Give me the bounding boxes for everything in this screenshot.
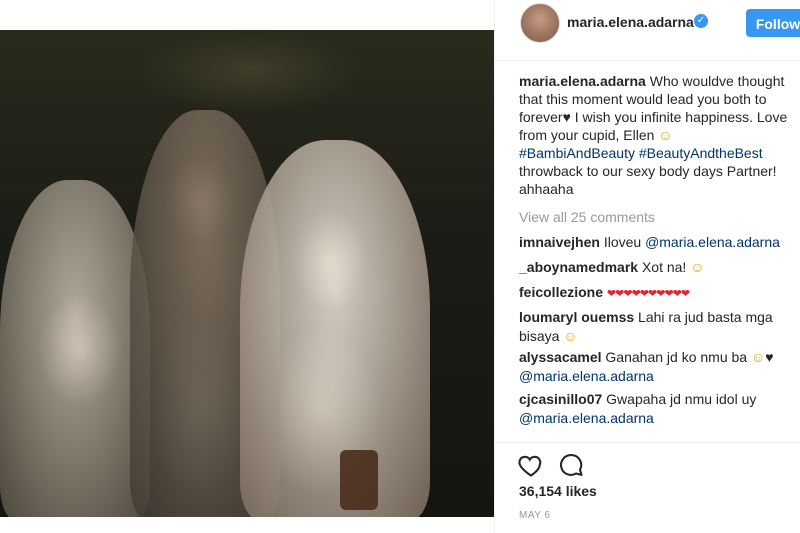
heart-emoji-icon: ♥: [562, 109, 571, 125]
smile-emoji-icon: ☺: [658, 127, 673, 143]
comment-item: feicollezione ❤❤❤❤❤❤❤❤❤❤: [519, 283, 795, 304]
hearts-emoji-icon: ❤❤❤❤❤❤❤❤❤❤: [606, 288, 690, 300]
comment-bubble-icon[interactable]: [557, 451, 585, 479]
laugh-emoji-icon: ☺: [563, 328, 578, 344]
smile-emoji-icon: ☺: [750, 349, 766, 365]
comment-item: cjcasinillo07 Gwapaha jd nmu idol uy @ma…: [519, 390, 795, 428]
comment-username[interactable]: feicollezione: [519, 284, 603, 300]
comment-username[interactable]: alyssacamel: [519, 349, 602, 365]
comment-text: Ganahan jd ko nmu ba: [605, 349, 748, 365]
laugh-emoji-icon: ☺: [690, 259, 705, 275]
comment-username[interactable]: cjcasinillo07: [519, 391, 602, 407]
comment-mention[interactable]: @maria.elena.adarna: [519, 410, 654, 426]
likes-count[interactable]: 36,154 likes: [519, 483, 597, 499]
photo-person-right: [240, 140, 430, 517]
photo-glass: [340, 450, 378, 510]
avatar[interactable]: [520, 3, 560, 43]
comment-username[interactable]: imnaivejhen: [519, 234, 600, 250]
follow-button[interactable]: Follow: [746, 9, 800, 37]
photo-person-left: [0, 180, 150, 517]
header-username[interactable]: maria.elena.adarna: [567, 14, 694, 30]
post-side-panel: maria.elena.adarna ✓ Follow maria.elena.…: [494, 0, 800, 533]
post-actions: 36,154 likes MAY 6: [495, 442, 800, 533]
comment-mention[interactable]: @maria.elena.adarna: [645, 234, 780, 250]
comment-item: _aboynamedmark Xot na! ☺: [519, 258, 795, 277]
comment-item: loumaryl ouemss Lahi ra jud basta mga bi…: [519, 308, 795, 346]
comment-item: imnaivejhen Iloveu @maria.elena.adarna: [519, 233, 795, 252]
like-heart-icon[interactable]: [517, 451, 545, 479]
view-all-comments-link[interactable]: View all 25 comments: [519, 209, 655, 225]
verified-icon: ✓: [694, 14, 708, 28]
post-caption: maria.elena.adarna Who wouldve thought t…: [519, 72, 793, 198]
caption-hashtags[interactable]: #BambiAndBeauty #BeautyAndtheBest: [519, 145, 763, 161]
comment-username[interactable]: loumaryl ouemss: [519, 309, 634, 325]
post-date[interactable]: MAY 6: [519, 510, 551, 521]
post-header: maria.elena.adarna ✓ Follow: [495, 0, 800, 61]
comment-text: Gwapaha jd nmu idol uy: [606, 391, 757, 407]
comments-fade: [495, 430, 800, 442]
comment-text: Xot na!: [641, 259, 687, 275]
comment-mention[interactable]: @maria.elena.adarna: [519, 368, 654, 384]
caption-text-3: throwback to our sexy body days Partner!…: [519, 163, 777, 197]
black-heart-emoji-icon: ♥: [765, 349, 774, 365]
caption-username[interactable]: maria.elena.adarna: [519, 73, 646, 89]
post-photo[interactable]: [0, 30, 494, 517]
comment-username[interactable]: _aboynamedmark: [519, 259, 638, 275]
comment-item: alyssacamel Ganahan jd ko nmu ba ☺♥ @mar…: [519, 348, 795, 386]
comment-text: Iloveu: [603, 234, 642, 250]
